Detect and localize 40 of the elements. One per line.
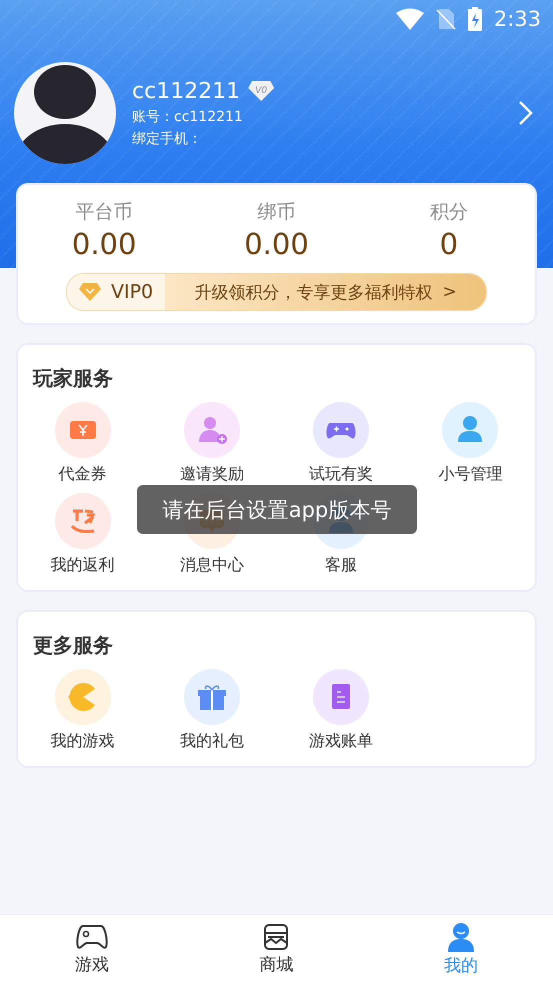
chevron-right-icon[interactable]: [517, 99, 535, 127]
vip-upgrade-button[interactable]: 升级领积分，专享更多福利特权 >: [165, 274, 486, 310]
balance-label: 平台币: [76, 200, 133, 225]
service-item[interactable]: 我的游戏: [18, 669, 148, 752]
user-name: cc112211: [132, 78, 240, 104]
tab[interactable]: 商城: [184, 915, 369, 983]
user-icon: [442, 402, 498, 458]
tab[interactable]: 游戏: [0, 915, 184, 983]
diamond-icon: [79, 283, 101, 301]
balance-value: 0.00: [244, 227, 309, 261]
service-item[interactable]: 小号管理: [406, 402, 535, 485]
store-icon: [263, 922, 290, 950]
service-item[interactable]: 试玩有奖: [276, 402, 406, 485]
gamepad-icon: [313, 402, 370, 458]
balance-label: 积分: [430, 200, 468, 225]
gift-icon: [184, 669, 240, 725]
balance-value: 0.00: [72, 227, 136, 261]
document-icon: [313, 669, 370, 725]
service-item[interactable]: 我的礼包: [147, 669, 276, 752]
section-title: 玩家服务: [32, 365, 114, 392]
version-toast: 请在后台设置app版本号: [137, 485, 417, 534]
battery-charging-icon: [468, 7, 482, 31]
account-label: 账号：cc112211: [132, 108, 244, 126]
ticket-icon: [54, 402, 111, 458]
pacman-icon: [54, 669, 111, 725]
vip-badge: V0: [248, 81, 274, 101]
phone-label: 绑定手机：: [132, 130, 203, 148]
service-item[interactable]: 代金券: [18, 402, 148, 485]
add-user-icon: [184, 402, 240, 458]
status-time: 2:33: [494, 7, 541, 31]
no-sim-icon: [436, 8, 456, 30]
balance-value: 0: [440, 227, 458, 261]
wifi-icon: [396, 8, 424, 30]
balance-label: 绑币: [257, 200, 296, 225]
service-item[interactable]: 游戏账单: [276, 669, 406, 752]
section-title: 更多服务: [32, 632, 114, 659]
vip-level: VIP0: [111, 281, 154, 303]
gamepad-icon: [75, 922, 110, 950]
service-item[interactable]: 邀请奖励: [147, 402, 276, 485]
user-icon: [446, 922, 476, 952]
